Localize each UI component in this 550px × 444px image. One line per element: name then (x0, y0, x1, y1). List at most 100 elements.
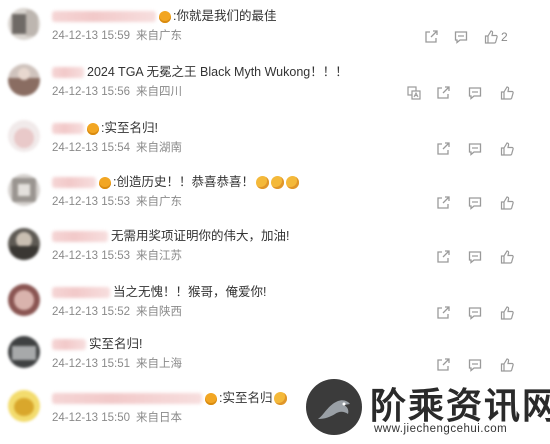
comment-location: 来自陕西 (136, 306, 183, 318)
comment-icon[interactable] (468, 142, 482, 156)
like-count: 2 (501, 30, 508, 44)
like-icon[interactable] (500, 196, 514, 210)
comment-item: :创造历史！！恭喜恭喜！ 24-12-13 15:53 来自广东 (0, 172, 550, 228)
comment-icon[interactable] (454, 30, 468, 44)
username-blurred[interactable] (52, 67, 84, 79)
comment-meta: 24-12-13 15:59 来自广东 (52, 28, 182, 44)
comment-icon[interactable] (468, 196, 482, 210)
comment-location: 来自四川 (136, 86, 183, 98)
comment-item: 无需用奖项证明你的伟大，加油! 24-12-13 15:53 来自江苏 (0, 226, 550, 282)
comment-time: 24-12-13 15:52 (52, 306, 131, 318)
username-blurred[interactable] (52, 287, 110, 299)
avatar[interactable] (8, 390, 40, 422)
share-icon[interactable] (436, 358, 450, 372)
like-icon[interactable]: 2 (484, 30, 508, 44)
comment-item: :实至名归! 24-12-13 15:54 来自湖南 (0, 118, 550, 174)
share-icon[interactable] (424, 30, 438, 44)
comment-time: 24-12-13 15:59 (52, 30, 131, 42)
comment-text-line: 当之无愧！！猴哥，俺爱你! (52, 282, 266, 302)
comment-time: 24-12-13 15:53 (52, 196, 131, 208)
like-icon[interactable] (500, 86, 514, 100)
avatar[interactable] (8, 284, 40, 316)
emoji-icon (270, 176, 284, 190)
comment-actions (422, 250, 532, 266)
comment-meta: 24-12-13 15:53 来自江苏 (52, 248, 182, 264)
like-icon[interactable] (500, 250, 514, 264)
comment-text-line: 2024 TGA 无冕之王 Black Myth Wukong！！！ (52, 62, 348, 82)
comment-actions: 2 (422, 30, 532, 46)
avatar[interactable] (8, 174, 40, 206)
emoji-icon (255, 176, 269, 190)
avatar[interactable] (8, 228, 40, 260)
translate-icon[interactable] (407, 86, 421, 100)
comment-text-line: 实至名归! (52, 334, 142, 354)
comment-text-line: :创造历史！！恭喜恭喜！ (52, 172, 299, 192)
comment-text: 无需用奖项证明你的伟大，加油! (111, 229, 290, 243)
like-icon[interactable] (500, 306, 514, 320)
comment-location: 来自广东 (136, 30, 183, 42)
comment-text-line: :实至名归! (52, 118, 158, 138)
share-icon[interactable] (436, 306, 450, 320)
comment-text: :实至名归 (219, 391, 273, 405)
comment-text: :你就是我们的最佳 (173, 9, 277, 23)
username-blurred[interactable] (52, 123, 84, 135)
fan-badge-icon (159, 10, 171, 23)
emoji-icon (285, 176, 299, 190)
comment-actions (422, 358, 532, 374)
fan-badge-icon (205, 392, 217, 405)
username-blurred[interactable] (52, 11, 156, 23)
comment-location: 来自日本 (136, 412, 183, 424)
comment-text: 实至名归! (89, 337, 143, 351)
fan-badge-icon (99, 176, 111, 189)
comment-actions (422, 306, 532, 322)
comment-meta: 24-12-13 15:53 来自广东 (52, 194, 182, 210)
fan-badge-icon (87, 122, 99, 135)
comment-icon[interactable] (468, 250, 482, 264)
watermark-title: 阶乘资讯网 (370, 385, 550, 427)
avatar[interactable] (8, 8, 40, 40)
comment-text-line: 无需用奖项证明你的伟大，加油! (52, 226, 289, 246)
comment-icon[interactable] (468, 358, 482, 372)
share-icon[interactable] (436, 86, 450, 100)
share-icon[interactable] (436, 250, 450, 264)
comment-time: 24-12-13 15:54 (52, 142, 131, 154)
comment-text: :创造历史！！恭喜恭喜！ (113, 175, 254, 189)
site-watermark: 阶乘资讯网 www.jiechengcehui.com (300, 375, 550, 442)
comment-icon[interactable] (468, 306, 482, 320)
comment-actions (422, 196, 532, 212)
comment-meta: 24-12-13 15:56 来自四川 (52, 84, 182, 100)
comment-item: :你就是我们的最佳 24-12-13 15:59 来自广东 2 (0, 6, 550, 62)
watermark-url: www.jiechengcehui.com (374, 423, 508, 435)
comment-time: 24-12-13 15:56 (52, 86, 131, 98)
username-blurred[interactable] (52, 339, 86, 351)
comment-text: 2024 TGA 无冕之王 Black Myth Wukong！！！ (87, 65, 348, 79)
avatar[interactable] (8, 120, 40, 152)
comment-text: 当之无愧！！猴哥，俺爱你! (113, 285, 267, 299)
like-icon[interactable] (500, 358, 514, 372)
comment-meta: 24-12-13 15:50 来自日本 (52, 410, 182, 426)
emoji-icon (274, 392, 288, 406)
comment-text-line: :你就是我们的最佳 (52, 6, 276, 26)
comment-icon[interactable] (468, 86, 482, 100)
avatar[interactable] (8, 64, 40, 96)
comment-location: 来自上海 (136, 358, 183, 370)
username-blurred[interactable] (52, 393, 202, 405)
avatar[interactable] (8, 336, 40, 368)
share-icon[interactable] (436, 196, 450, 210)
raven-logo-icon (306, 379, 362, 435)
comment-location: 来自湖南 (136, 142, 183, 154)
comment-item: 2024 TGA 无冕之王 Black Myth Wukong！！！ 24-12… (0, 62, 550, 118)
comment-time: 24-12-13 15:51 (52, 358, 131, 370)
username-blurred[interactable] (52, 231, 108, 243)
share-icon[interactable] (436, 142, 450, 156)
comment-text-line: :实至名归 (52, 388, 288, 408)
like-icon[interactable] (500, 142, 514, 156)
comment-meta: 24-12-13 15:51 来自上海 (52, 356, 182, 372)
comment-actions (422, 142, 532, 158)
comment-meta: 24-12-13 15:52 来自陕西 (52, 304, 182, 320)
comment-location: 来自广东 (136, 196, 183, 208)
comment-actions (407, 86, 532, 102)
comment-time: 24-12-13 15:53 (52, 250, 131, 262)
comment-text: :实至名归! (101, 121, 158, 135)
username-blurred[interactable] (52, 177, 96, 189)
